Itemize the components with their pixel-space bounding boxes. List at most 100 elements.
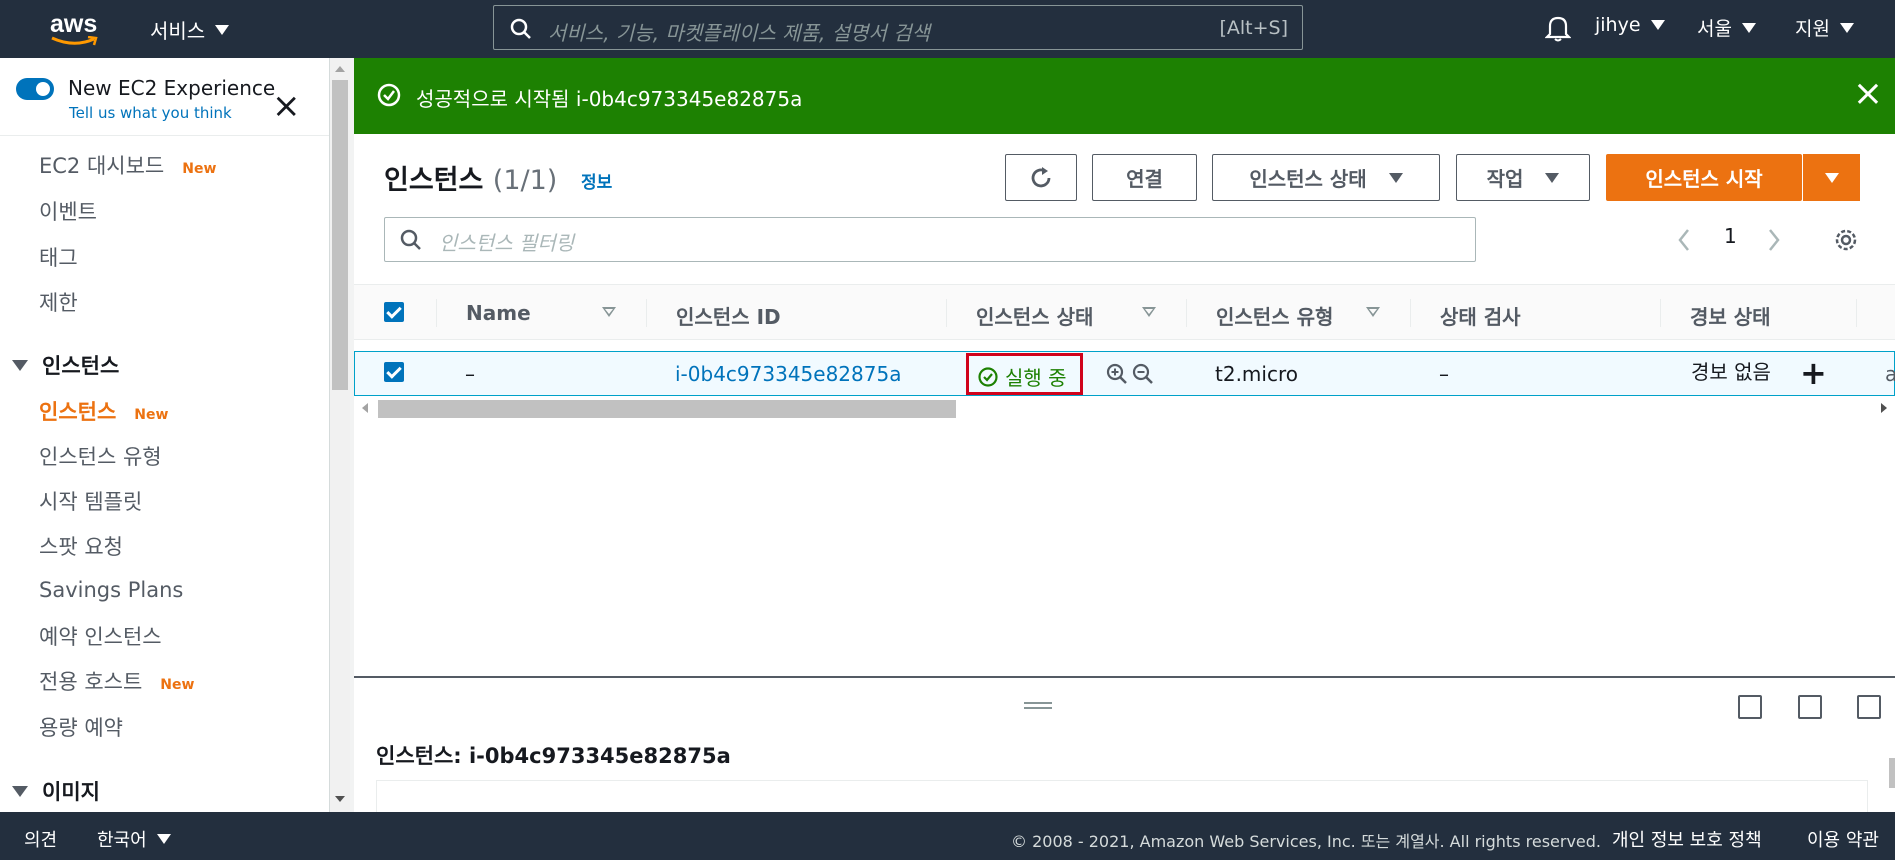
sidebar-item-limits[interactable]: 제한 bbox=[39, 287, 78, 317]
instance-state-running: 실행 중 bbox=[977, 362, 1067, 391]
sidebar-item-reserved-instances[interactable]: 예약 인스턴스 bbox=[39, 621, 162, 651]
column-divider bbox=[1410, 299, 1411, 327]
new-experience-toggle[interactable] bbox=[16, 78, 54, 100]
sidebar-item-label: 이벤트 bbox=[39, 200, 97, 224]
chevron-left-icon[interactable] bbox=[1676, 227, 1692, 253]
gear-icon[interactable] bbox=[1832, 226, 1860, 254]
page-title: 인스턴스 (1/1) bbox=[384, 158, 557, 197]
refresh-icon bbox=[1031, 166, 1051, 187]
feedback-link[interactable]: Tell us what you think bbox=[69, 104, 232, 122]
close-icon[interactable]: × bbox=[272, 89, 301, 123]
resize-handle[interactable] bbox=[1024, 702, 1052, 709]
connect-button[interactable]: 연결 bbox=[1092, 154, 1197, 201]
sidebar-item-label: 예약 인스턴스 bbox=[39, 625, 162, 649]
panel-maximize-icon[interactable] bbox=[1857, 695, 1881, 719]
chevron-right-icon[interactable] bbox=[1766, 227, 1782, 253]
row-checkbox[interactable] bbox=[384, 362, 404, 382]
cell-instance-type: t2.micro bbox=[1215, 362, 1298, 386]
close-icon[interactable]: × bbox=[1853, 76, 1883, 112]
scroll-up-arrow[interactable] bbox=[335, 66, 345, 72]
column-divider bbox=[1856, 299, 1857, 327]
sidebar-section-images[interactable]: 이미지 bbox=[12, 776, 100, 806]
add-alarm-icon[interactable]: + bbox=[1800, 354, 1827, 392]
launch-instances-button[interactable]: 인스턴스 시작 bbox=[1606, 154, 1802, 201]
sort-icon[interactable] bbox=[1142, 307, 1156, 317]
connect-label: 연결 bbox=[1126, 167, 1163, 191]
actions-button[interactable]: 작업 bbox=[1456, 154, 1590, 201]
column-divider bbox=[1186, 299, 1187, 327]
sidebar-item-label: 용량 예약 bbox=[39, 716, 123, 740]
instance-state-button[interactable]: 인스턴스 상태 bbox=[1212, 154, 1440, 201]
zoom-out-icon[interactable] bbox=[1131, 362, 1155, 386]
sidebar-item-launch-templates[interactable]: 시작 템플릿 bbox=[39, 486, 142, 516]
support-menu[interactable]: 지원 bbox=[1795, 14, 1854, 41]
scroll-right-arrow[interactable] bbox=[1881, 403, 1887, 413]
launch-dropdown-button[interactable] bbox=[1802, 154, 1860, 201]
sidebar-item-dedicated-hosts[interactable]: 전용 호스트 New bbox=[39, 666, 194, 696]
chevron-down-icon bbox=[12, 359, 28, 371]
launch-label: 인스턴스 시작 bbox=[1645, 167, 1763, 191]
section-label: 이미지 bbox=[42, 780, 100, 804]
services-label: 서비스 bbox=[150, 19, 206, 43]
instance-id-link[interactable]: i-0b4c973345e82875a bbox=[675, 362, 901, 386]
refresh-button[interactable] bbox=[1005, 154, 1077, 201]
sidebar-item-tags[interactable]: 태그 bbox=[39, 242, 78, 272]
scroll-down-arrow[interactable] bbox=[335, 796, 345, 802]
panel-bottom-icon[interactable] bbox=[1738, 695, 1762, 719]
sidebar-item-savings-plans[interactable]: Savings Plans bbox=[39, 578, 183, 602]
select-all-checkbox[interactable] bbox=[384, 302, 404, 322]
sidebar-item-label: 인스턴스 bbox=[39, 400, 117, 424]
column-divider bbox=[436, 299, 437, 327]
table-horizontal-scrollbar[interactable] bbox=[354, 398, 1895, 418]
sidebar-item-label: 전용 호스트 bbox=[39, 670, 143, 694]
sidebar-item-capacity-reservations[interactable]: 용량 예약 bbox=[39, 712, 123, 742]
sidebar-item-instances[interactable]: 인스턴스 New bbox=[39, 396, 168, 426]
sidebar-item-label: 제한 bbox=[39, 291, 78, 315]
sort-icon[interactable] bbox=[1366, 307, 1380, 317]
scrollbar-thumb[interactable] bbox=[332, 80, 348, 390]
page-number[interactable]: 1 bbox=[1724, 224, 1737, 248]
sidebar-scrollbar[interactable] bbox=[330, 58, 350, 812]
info-link[interactable]: 정보 bbox=[581, 168, 612, 193]
scrollbar-thumb[interactable] bbox=[378, 400, 956, 418]
user-menu[interactable]: jihye bbox=[1595, 14, 1665, 36]
column-header-status-check[interactable]: 상태 검사 bbox=[1440, 301, 1521, 330]
bell-icon[interactable] bbox=[1545, 14, 1571, 42]
sidebar-item-instance-types[interactable]: 인스턴스 유형 bbox=[39, 441, 162, 471]
details-split-panel: 인스턴스: i-0b4c973345e82875a bbox=[354, 676, 1895, 820]
column-divider bbox=[946, 299, 947, 327]
column-header-instance-state[interactable]: 인스턴스 상태 bbox=[976, 301, 1093, 330]
column-header-name[interactable]: Name bbox=[466, 301, 531, 325]
column-header-instance-id[interactable]: 인스턴스 ID bbox=[676, 301, 781, 330]
instance-filter-input[interactable]: 인스턴스 필터링 bbox=[384, 217, 1476, 262]
column-header-instance-type[interactable]: 인스턴스 유형 bbox=[1216, 301, 1333, 330]
language-selector[interactable]: 한국어 bbox=[97, 826, 171, 852]
success-flash-banner: 성공적으로 시작됨 i-0b4c973345e82875a × bbox=[354, 58, 1895, 134]
sidebar-item-label: 태그 bbox=[39, 246, 78, 270]
global-search-input[interactable]: 서비스, 기능, 마켓플레이스 제품, 설명서 검색 [Alt+S] bbox=[493, 5, 1303, 50]
sidebar-item-spot-requests[interactable]: 스팟 요청 bbox=[39, 531, 123, 561]
terms-link[interactable]: 이용 약관 bbox=[1807, 826, 1879, 852]
region-menu[interactable]: 서울 bbox=[1697, 14, 1756, 41]
chevron-down-icon bbox=[1839, 22, 1854, 33]
sidebar-item-events[interactable]: 이벤트 bbox=[39, 196, 97, 226]
chevron-down-icon bbox=[1650, 20, 1665, 30]
search-shortcut-hint: [Alt+S] bbox=[1219, 17, 1288, 39]
language-label: 한국어 bbox=[97, 830, 147, 851]
cell-truncated: a bbox=[1885, 362, 1895, 386]
zoom-in-icon[interactable] bbox=[1105, 362, 1129, 386]
instances-panel: 인스턴스 (1/1) 정보 연결 인스턴스 상태 작업 인스턴스 시작 인스턴스… bbox=[354, 134, 1895, 678]
privacy-policy-link[interactable]: 개인 정보 보호 정책 bbox=[1612, 826, 1762, 852]
feedback-link[interactable]: 의견 bbox=[24, 826, 57, 852]
services-menu[interactable]: 서비스 bbox=[150, 15, 230, 44]
footer: 의견 한국어 © 2008 - 2021, Amazon Web Service… bbox=[0, 812, 1895, 860]
sort-icon[interactable] bbox=[602, 307, 616, 317]
split-panel-scrollbar[interactable] bbox=[1889, 758, 1895, 788]
column-header-alarm-status[interactable]: 경보 상태 bbox=[1690, 301, 1771, 330]
panel-side-icon[interactable] bbox=[1798, 695, 1822, 719]
table-row[interactable]: – i-0b4c973345e82875a 실행 중 t2.micro – 경보… bbox=[354, 351, 1895, 396]
sidebar-section-instances[interactable]: 인스턴스 bbox=[12, 350, 119, 380]
aws-logo[interactable]: aws bbox=[50, 10, 102, 48]
sidebar-item-dashboard[interactable]: EC2 대시보드 New bbox=[39, 150, 216, 180]
scroll-left-arrow[interactable] bbox=[362, 403, 368, 413]
